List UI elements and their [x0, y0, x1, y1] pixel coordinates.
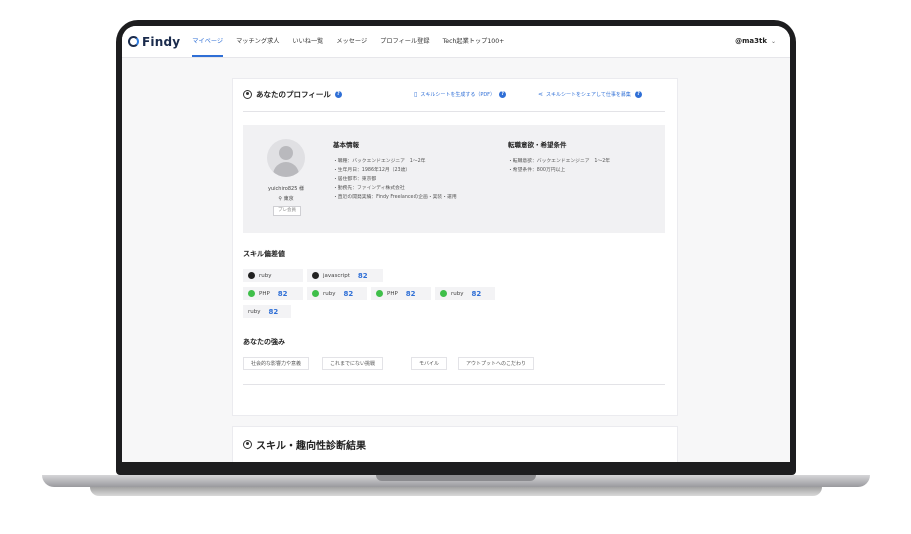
share-icon: ⋖	[538, 91, 544, 98]
help-icon[interactable]: ?	[634, 91, 642, 98]
profile-section-header: あなたのプロフィール ?	[243, 89, 342, 100]
chevron-down-icon: ⌄	[770, 38, 776, 45]
strength-tag: 社会的な影響力や意義	[243, 357, 310, 370]
skill-score: 82	[405, 289, 416, 298]
skill-score: 82	[343, 289, 354, 298]
share-link[interactable]: ⋖ スキルシートをシェアして仕事を募集 ?	[538, 91, 642, 98]
findy-logo[interactable]: Findy	[128, 35, 180, 49]
strength-tag: アウトプットへのこだわり	[458, 357, 535, 370]
document-icon: ▯	[414, 91, 418, 98]
basic-info-line: ・勤務先：ファインディ株式会社	[333, 186, 405, 191]
findy-logo-icon	[128, 36, 139, 47]
logo-text: Findy	[142, 34, 181, 49]
nav-matching-jobs[interactable]: マッチング求人	[236, 26, 279, 57]
user-icon	[243, 440, 252, 449]
skill-label: ruby	[248, 308, 261, 315]
laptop-shadow	[90, 487, 822, 496]
skill-label: ruby	[259, 272, 272, 279]
strength-tag: これまでにない挑戦	[322, 357, 384, 370]
job-intent-line: ・希望条件：800万円以上	[508, 168, 566, 173]
divider	[243, 111, 665, 112]
member-badge: プレ会員	[273, 206, 301, 216]
diagnosis-header: スキル・趣向性診断結果	[243, 437, 366, 452]
help-icon[interactable]: ?	[499, 91, 507, 98]
avatar	[267, 139, 305, 177]
skill-label: ruby	[451, 290, 464, 297]
nav-likes[interactable]: いいね一覧	[292, 26, 323, 57]
screen: Findy マイページ マッチング求人 いいね一覧 メッセージ プロフィール登録…	[122, 26, 790, 462]
pdf-link-label: スキルシートを生成する（PDF）	[420, 92, 496, 98]
php-icon	[248, 290, 255, 297]
skill-chip[interactable]: ruby 82	[435, 287, 495, 300]
basic-info-line: ・職種：バックエンドエンジニア 1〜2年	[333, 159, 426, 164]
skill-label: PHP	[387, 290, 398, 297]
job-intent-line: ・転職意欲：バックエンドエンジニア 1〜2年	[508, 159, 611, 164]
github-icon	[248, 272, 255, 279]
basic-info-line: ・直近の開発実績：Findy Freelanceの企画・実装・運用	[333, 195, 457, 200]
diagnosis-card: スキル・趣向性診断結果	[232, 426, 678, 462]
location-label: 東京	[283, 196, 294, 202]
php-icon	[312, 290, 319, 297]
profile-section-title: あなたのプロフィール	[256, 90, 331, 99]
laptop-notch	[376, 475, 536, 481]
nav-mypage[interactable]: マイページ	[192, 26, 224, 57]
profile-card: あなたのプロフィール ? ▯ スキルシートを生成する（PDF） ? ⋖ スキルシート…	[232, 78, 678, 416]
profile-info-box: yuichiro825 様 ⚲ 東京 プレ会員 基本情報 ・職種：バックエンドエ…	[243, 125, 665, 233]
skill-score: 82	[471, 289, 482, 298]
basic-info-line: ・生年月日：1986年12月（23歳）	[333, 168, 411, 173]
user-menu[interactable]: @ma3tk ⌄	[735, 26, 776, 57]
nav-profile-register[interactable]: プロフィール登録	[380, 26, 429, 57]
strength-tag: モバイル	[411, 357, 448, 370]
username: yuichiro825 様	[268, 186, 304, 192]
nav-tech-startups[interactable]: Tech起業トップ100+	[443, 26, 505, 57]
help-icon[interactable]: ?	[334, 91, 342, 98]
top-nav: Findy マイページ マッチング求人 いいね一覧 メッセージ プロフィール登録…	[122, 26, 790, 58]
divider	[243, 384, 665, 385]
job-intent-title: 転職意欲・希望条件	[508, 141, 567, 149]
basic-info-title: 基本情報	[333, 141, 359, 149]
skill-chip[interactable]: PHP 82	[371, 287, 431, 300]
skill-chip[interactable]: ruby 82	[243, 305, 291, 318]
share-link-label: スキルシートをシェアして仕事を募集	[546, 92, 631, 98]
user-handle: @ma3tk	[735, 37, 767, 45]
strengths-title: あなたの強み	[243, 338, 285, 346]
skill-chip[interactable]: ruby	[243, 269, 303, 282]
nav-messages[interactable]: メッセージ	[336, 26, 367, 57]
skill-label: javascript	[323, 272, 350, 279]
user-icon	[243, 90, 252, 99]
location: ⚲ 東京	[251, 195, 321, 202]
skill-chip[interactable]: javascript 82	[307, 269, 383, 282]
php-icon	[440, 290, 447, 297]
pdf-link[interactable]: ▯ スキルシートを生成する（PDF） ?	[414, 91, 507, 98]
php-icon	[376, 290, 383, 297]
skill-label: PHP	[259, 290, 270, 297]
basic-info-line: ・居住都市：東京都	[333, 177, 377, 182]
diagnosis-title: スキル・趣向性診断結果	[256, 441, 366, 452]
skill-chip[interactable]: ruby 82	[307, 287, 367, 300]
skill-score: 82	[268, 307, 279, 316]
skill-label: ruby	[323, 290, 336, 297]
skill-score: 82	[277, 289, 288, 298]
skill-score: 82	[357, 271, 368, 280]
skills-title: スキル偏差値	[243, 250, 285, 258]
skill-chip[interactable]: PHP 82	[243, 287, 303, 300]
github-icon	[312, 272, 319, 279]
